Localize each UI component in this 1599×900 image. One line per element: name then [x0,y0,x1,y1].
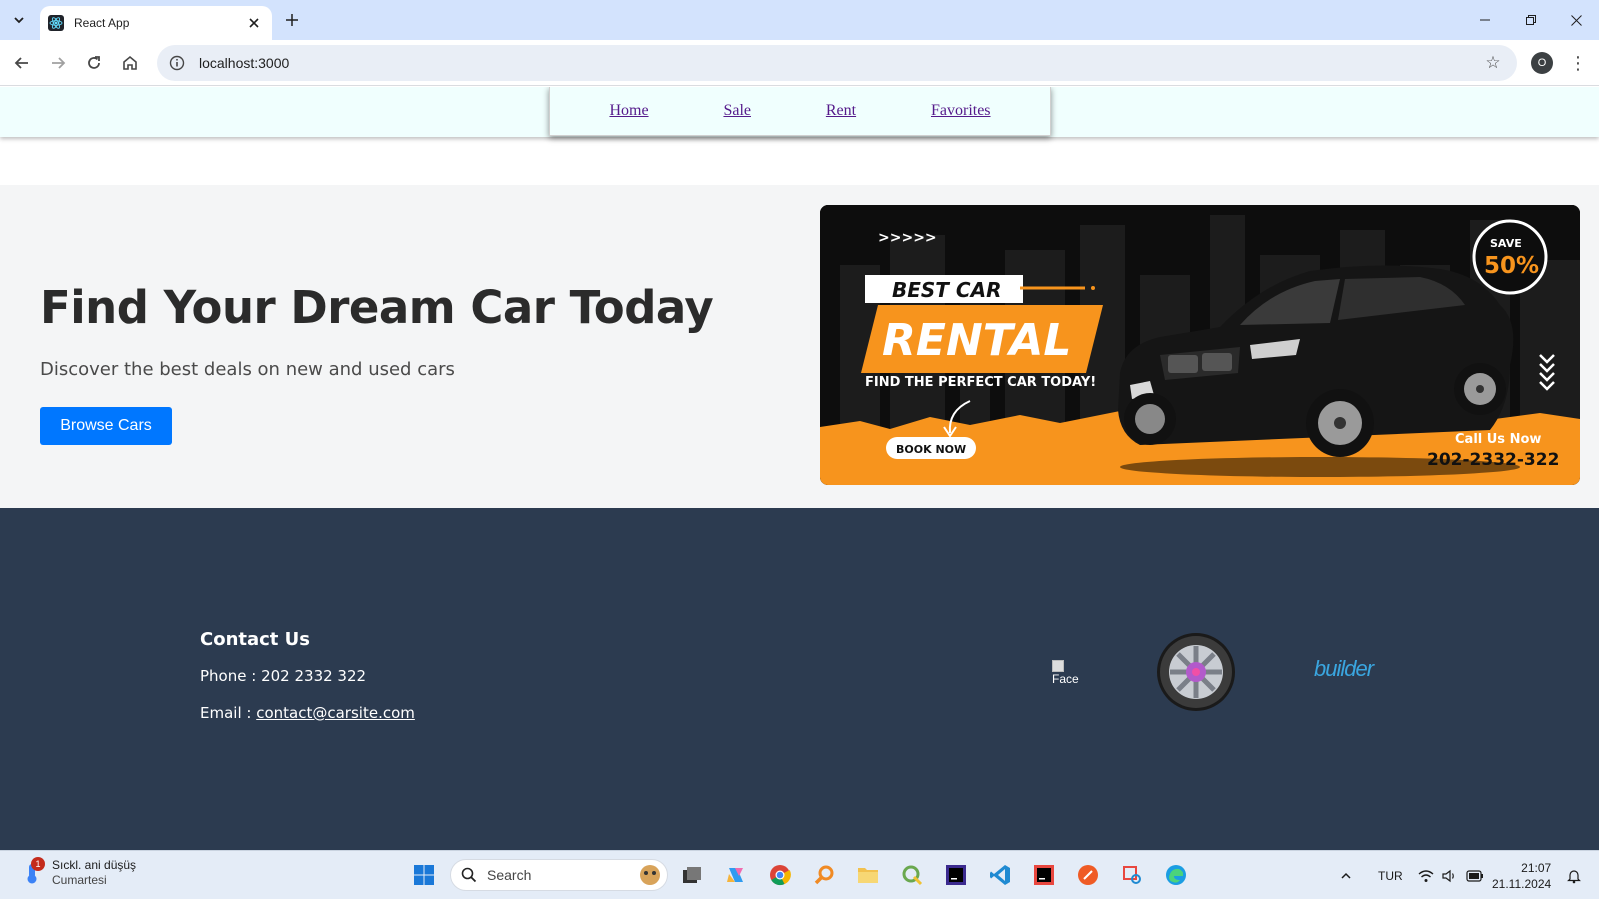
email-link[interactable]: contact@carsite.com [256,704,415,722]
wheel-logo-link[interactable] [1156,632,1236,712]
search-placeholder: Search [487,867,532,883]
battery-icon[interactable] [1466,851,1484,900]
banner-call-label: Call Us Now [1455,432,1541,447]
clock-date: 21.11.2024 [1492,877,1552,891]
edge-icon[interactable] [1160,859,1192,891]
snipping-tool-icon[interactable] [1116,859,1148,891]
contact-title: Contact Us [200,629,311,650]
svg-text:SAVE: SAVE [1490,237,1522,250]
restore-icon [1526,15,1536,25]
back-button[interactable] [8,49,36,77]
taskbar-search[interactable]: Search [450,859,668,891]
jetbrains-icon[interactable] [940,859,972,891]
language-indicator[interactable]: TUR [1378,851,1403,900]
weather-text: Sıckl. ani düşüş [52,858,137,872]
start-button[interactable] [408,859,440,891]
arrow-left-icon [14,57,28,69]
arrow-right-icon [52,57,66,69]
search-highlight-icon [640,865,660,885]
qgis-icon[interactable] [896,859,928,891]
tab-strip: React App [0,0,1599,40]
minimize-icon [1480,19,1490,21]
windows-icon [414,865,434,885]
svg-text:BOOK NOW: BOOK NOW [896,443,966,456]
intellij-icon[interactable] [1028,859,1060,891]
facebook-link[interactable]: Face [1052,660,1086,690]
hero-section: Find Your Dream Car Today Discover the b… [0,185,1599,508]
restore-button[interactable] [1508,0,1554,40]
nav-link-sale[interactable]: Sale [723,102,751,120]
postman-icon[interactable] [1072,859,1104,891]
home-icon [123,55,137,70]
volume-icon[interactable] [1442,851,1458,900]
tab-close-button[interactable] [244,13,264,33]
chevron-down-icon [14,17,24,24]
react-icon [48,15,64,31]
address-bar[interactable]: localhost:3000 ☆ [157,45,1517,81]
close-icon [1570,14,1582,26]
nav-menu: Home Sale Rent Favorites [549,87,1051,136]
svg-text:50%: 50% [1484,253,1539,279]
copilot-icon[interactable] [720,859,752,891]
task-view-icon[interactable] [676,859,708,891]
clock-time: 21:07 [1521,861,1552,875]
search-icon [461,867,477,883]
tab-search-button[interactable] [6,7,32,33]
taskbar: 1 Sıckl. ani düşüş Cumartesi Search TUR … [0,850,1599,899]
chevron-up-icon [1341,872,1351,879]
contact-email: Email : contact@carsite.com [200,704,415,722]
weather-widget[interactable]: 1 Sıckl. ani düşüş Cumartesi [20,857,137,888]
search-app-icon[interactable] [808,859,840,891]
reload-button[interactable] [80,49,108,77]
vscode-icon[interactable] [984,859,1016,891]
car-rental-banner: >>>>> BEST CAR RENTAL FIND THE PERFECT C… [820,205,1580,485]
nav-link-home[interactable]: Home [609,102,648,120]
window-close-button[interactable] [1553,0,1599,40]
browser-toolbar: localhost:3000 ☆ O ⋮ [0,40,1599,86]
tab-title: React App [74,16,130,30]
nav-link-favorites[interactable]: Favorites [931,102,991,120]
browse-cars-button[interactable]: Browse Cars [40,407,172,445]
profile-avatar[interactable]: O [1531,52,1553,74]
forward-button[interactable] [44,49,72,77]
show-hidden-icons-button[interactable] [1340,851,1352,900]
contact-phone: Phone : 202 2332 322 [200,667,366,685]
minimize-button[interactable] [1462,0,1508,40]
browser-tab[interactable]: React App [40,6,272,40]
banner-headline-top: BEST CAR [892,278,1001,302]
thermometer-icon: 1 [20,857,45,885]
menu-icon[interactable]: ⋮ [1566,49,1590,77]
facebook-alt-text: Face [1052,672,1079,686]
hero-title: Find Your Dream Car Today [40,281,714,334]
clock[interactable]: 21:07 21.11.2024 [1492,860,1551,892]
brand-logo-link[interactable]: builder [1314,656,1374,682]
nav-link-rent[interactable]: Rent [826,102,856,120]
phone-value: 202 2332 322 [261,667,367,685]
home-button[interactable] [116,49,144,77]
wheel-icon [1157,633,1235,711]
chrome-icon[interactable] [764,859,796,891]
plus-icon [286,14,298,26]
banner-headline-main: RENTAL [882,315,1071,366]
bookmark-star-icon[interactable]: ☆ [1479,49,1507,77]
banner-phone: 202-2332-322 [1427,450,1559,470]
broken-image-icon [1052,660,1064,672]
banner-arrows: >>>>> [878,230,937,246]
phone-label: Phone : [200,667,257,685]
footer: Contact Us Phone : 202 2332 322 Email : … [0,508,1599,850]
weather-day: Cumartesi [52,873,107,887]
page-viewport: Home Sale Rent Favorites Find Your Dream… [0,87,1599,850]
new-tab-button[interactable] [280,8,304,32]
url-text[interactable]: localhost:3000 [199,55,1479,71]
email-label: Email : [200,704,252,722]
file-explorer-icon[interactable] [852,859,884,891]
hero-subtitle: Discover the best deals on new and used … [40,359,455,380]
banner-tagline: FIND THE PERFECT CAR TODAY! [865,375,1096,390]
notifications-icon[interactable] [1566,851,1582,900]
site-info-icon[interactable] [167,53,187,73]
wifi-icon[interactable] [1418,851,1434,900]
reload-icon [88,56,100,69]
close-icon [249,18,259,28]
weather-badge: 1 [31,857,45,871]
